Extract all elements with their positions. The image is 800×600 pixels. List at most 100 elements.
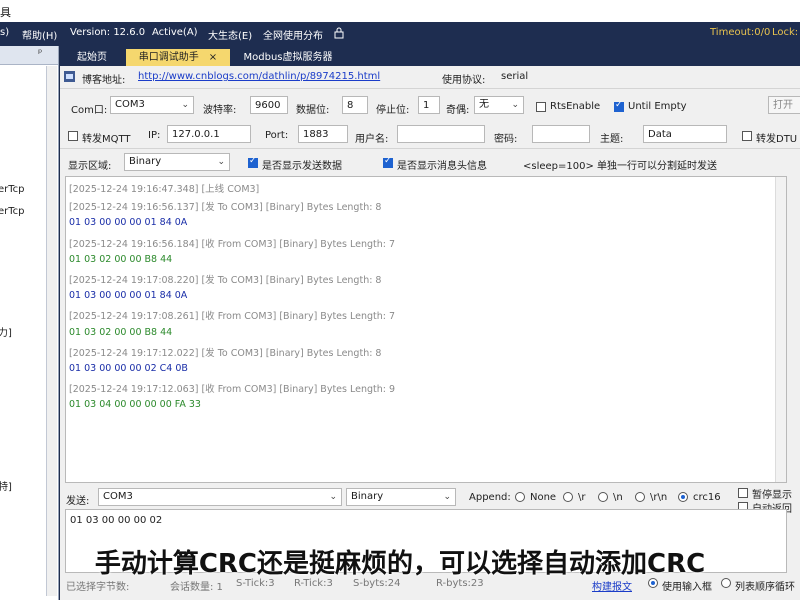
- append-crc16-radio[interactable]: [678, 492, 688, 502]
- sidebar-header: ᵖ: [0, 46, 58, 65]
- send-target-value: COM3: [103, 491, 133, 502]
- left-sidebar: ᵖ erTcp erTcp 力] 特]: [0, 46, 59, 600]
- show-send-label: 是否显示发送数据: [262, 161, 342, 172]
- baud-rate-label: 波特率:: [203, 105, 237, 116]
- com-port-label: Com口:: [71, 105, 108, 116]
- parity-select[interactable]: 无 ⌄: [474, 96, 524, 114]
- topic-label: 主题:: [600, 134, 624, 145]
- append-none-radio[interactable]: [515, 492, 525, 502]
- parity-label: 奇偶:: [446, 105, 470, 116]
- tree-item[interactable]: 特]: [0, 478, 12, 493]
- video-subtitle: 手动计算CRC还是挺麻烦的，可以选择自动添加CRC: [94, 549, 706, 579]
- log-line-meta: [2025-12-24 19:16:56.137] [发 To COM3] [B…: [69, 202, 382, 214]
- protocol-label: 使用协议:: [442, 75, 486, 86]
- log-line-meta: [2025-12-24 19:16:47.348] [上线 COM3]: [69, 184, 260, 195]
- baud-rate-input[interactable]: 9600: [250, 96, 288, 114]
- mqtt-ip-input[interactable]: 127.0.0.1: [167, 125, 251, 143]
- username-label: 用户名:: [355, 134, 389, 145]
- stop-bits-label: 停止位:: [376, 105, 410, 116]
- show-header-label: 是否显示消息头信息: [397, 161, 487, 172]
- show-send-checkbox[interactable]: [248, 156, 258, 168]
- tree-item[interactable]: 力]: [0, 324, 12, 339]
- data-bits-label: 数据位:: [296, 105, 330, 116]
- log-line-meta: [2025-12-24 19:17:08.220] [发 To COM3] [B…: [69, 275, 382, 286]
- append-cr-radio[interactable]: [563, 492, 573, 502]
- port-label: Port:: [265, 130, 289, 141]
- display-area-select[interactable]: Binary ⌄: [124, 153, 230, 171]
- list-loop-label: 列表顺序循环: [735, 582, 795, 593]
- close-icon[interactable]: ×: [209, 52, 217, 63]
- pin-icon[interactable]: ᵖ: [38, 48, 42, 59]
- append-lf-radio[interactable]: [598, 492, 608, 502]
- ip-label: IP:: [148, 130, 161, 141]
- password-label: 密码:: [494, 134, 518, 145]
- menu-item-version[interactable]: Version: 12.6.0: [70, 27, 145, 38]
- log-line-send: 01 03 00 00 00 02 C4 0B: [69, 363, 188, 374]
- menu-item-ecosystem[interactable]: 大生态(E): [208, 27, 252, 42]
- lock-icon[interactable]: [334, 27, 344, 42]
- log-line-recv: 01 03 04 00 00 00 00 FA 33: [69, 399, 201, 411]
- menu-item-tools[interactable]: s): [0, 27, 9, 38]
- parity-value: 无: [479, 99, 489, 110]
- tab-start-page[interactable]: 起始页: [60, 49, 124, 66]
- sidebar-scrollbar[interactable]: [47, 66, 57, 596]
- sleep-hint: <sleep=100> 单独一行可以分割延时发送: [523, 161, 718, 172]
- until-empty-label: Until Empty: [628, 101, 687, 112]
- log-line-meta: [2025-12-24 19:17:08.261] [收 From COM3] …: [69, 311, 396, 323]
- stop-bits-input[interactable]: 1: [418, 96, 440, 114]
- serial-settings-row: Com口: COM3 ⌄ 波特率: 9600 数据位: 8 停止位: 1 奇偶: …: [60, 93, 800, 119]
- send-format-value: Binary: [351, 491, 384, 502]
- session-count: 会话数量: 1: [170, 582, 223, 593]
- chevron-down-icon: ⌄: [329, 492, 337, 502]
- pause-display-checkbox[interactable]: [738, 488, 748, 498]
- send-label: 发送:: [66, 496, 90, 507]
- com-port-value: COM3: [115, 99, 145, 110]
- protocol-value: serial: [501, 71, 529, 82]
- chevron-down-icon: ⌄: [443, 492, 451, 502]
- display-area-label: 显示区域:: [68, 161, 112, 172]
- data-bits-input[interactable]: 8: [342, 96, 368, 114]
- append-crlf-radio[interactable]: [635, 492, 645, 502]
- append-label: Append:: [469, 492, 511, 503]
- display-area-value: Binary: [129, 156, 162, 167]
- open-port-button[interactable]: 打开: [768, 96, 800, 114]
- receive-log[interactable]: [2025-12-24 19:16:47.348] [上线 COM3] [2025…: [65, 176, 787, 483]
- menu-item-distribution[interactable]: 全网使用分布: [263, 27, 323, 42]
- append-cr-label: \r: [578, 492, 586, 503]
- chevron-down-icon: ⌄: [181, 100, 189, 110]
- tab-serial-assistant[interactable]: 串口调试助手 ×: [126, 49, 230, 66]
- chevron-down-icon: ⌄: [217, 157, 225, 167]
- log-line-send: 01 03 00 00 00 01 84 0A: [69, 217, 188, 229]
- main-menu-bar: s) 帮助(H) Version: 12.6.0 Active(A) 大生态(E…: [0, 22, 800, 46]
- forward-mqtt-checkbox[interactable]: [68, 131, 78, 141]
- rts-enable-checkbox[interactable]: [536, 102, 546, 112]
- username-input[interactable]: [397, 125, 485, 143]
- password-input[interactable]: [532, 125, 590, 143]
- send-target-select[interactable]: COM3 ⌄: [98, 488, 342, 506]
- log-scrollbar[interactable]: [775, 177, 786, 482]
- com-port-select[interactable]: COM3 ⌄: [110, 96, 194, 114]
- rts-enable-label: RtsEnable: [550, 101, 601, 112]
- tree-item[interactable]: erTcp: [0, 206, 25, 217]
- menu-item-help[interactable]: 帮助(H): [22, 27, 57, 42]
- mqtt-port-input[interactable]: 1883: [298, 125, 348, 143]
- topic-input[interactable]: Data: [643, 125, 727, 143]
- build-report-link[interactable]: 构建报文: [592, 578, 632, 593]
- blog-label: 博客地址:: [82, 75, 126, 86]
- menu-item-active[interactable]: Active(A): [152, 27, 198, 38]
- tree-item[interactable]: erTcp: [0, 184, 25, 195]
- forward-dtu-checkbox[interactable]: [742, 131, 752, 141]
- until-empty-checkbox[interactable]: [614, 100, 624, 112]
- tab-modbus-server[interactable]: Modbus虚拟服务器: [234, 49, 342, 66]
- log-line-meta: [2025-12-24 19:16:56.184] [收 From COM3] …: [69, 238, 396, 250]
- use-input-label: 使用输入框: [662, 582, 712, 593]
- display-options-row: 显示区域: Binary ⌄ 是否显示发送数据 是否显示消息头信息 <sleep=…: [60, 151, 800, 173]
- document-tabs: 起始页 串口调试助手 × Modbus虚拟服务器: [60, 46, 800, 66]
- append-none-label: None: [530, 492, 557, 503]
- send-format-select[interactable]: Binary ⌄: [346, 488, 456, 506]
- tab-label: Modbus虚拟服务器: [243, 52, 333, 63]
- blog-link[interactable]: http://www.cnblogs.com/dathlin/p/8974215…: [138, 71, 380, 82]
- log-line-recv: 01 03 02 00 00 B8 44: [69, 253, 173, 265]
- forward-mqtt-label: 转发MQTT: [82, 134, 131, 145]
- show-header-checkbox[interactable]: [383, 156, 393, 168]
